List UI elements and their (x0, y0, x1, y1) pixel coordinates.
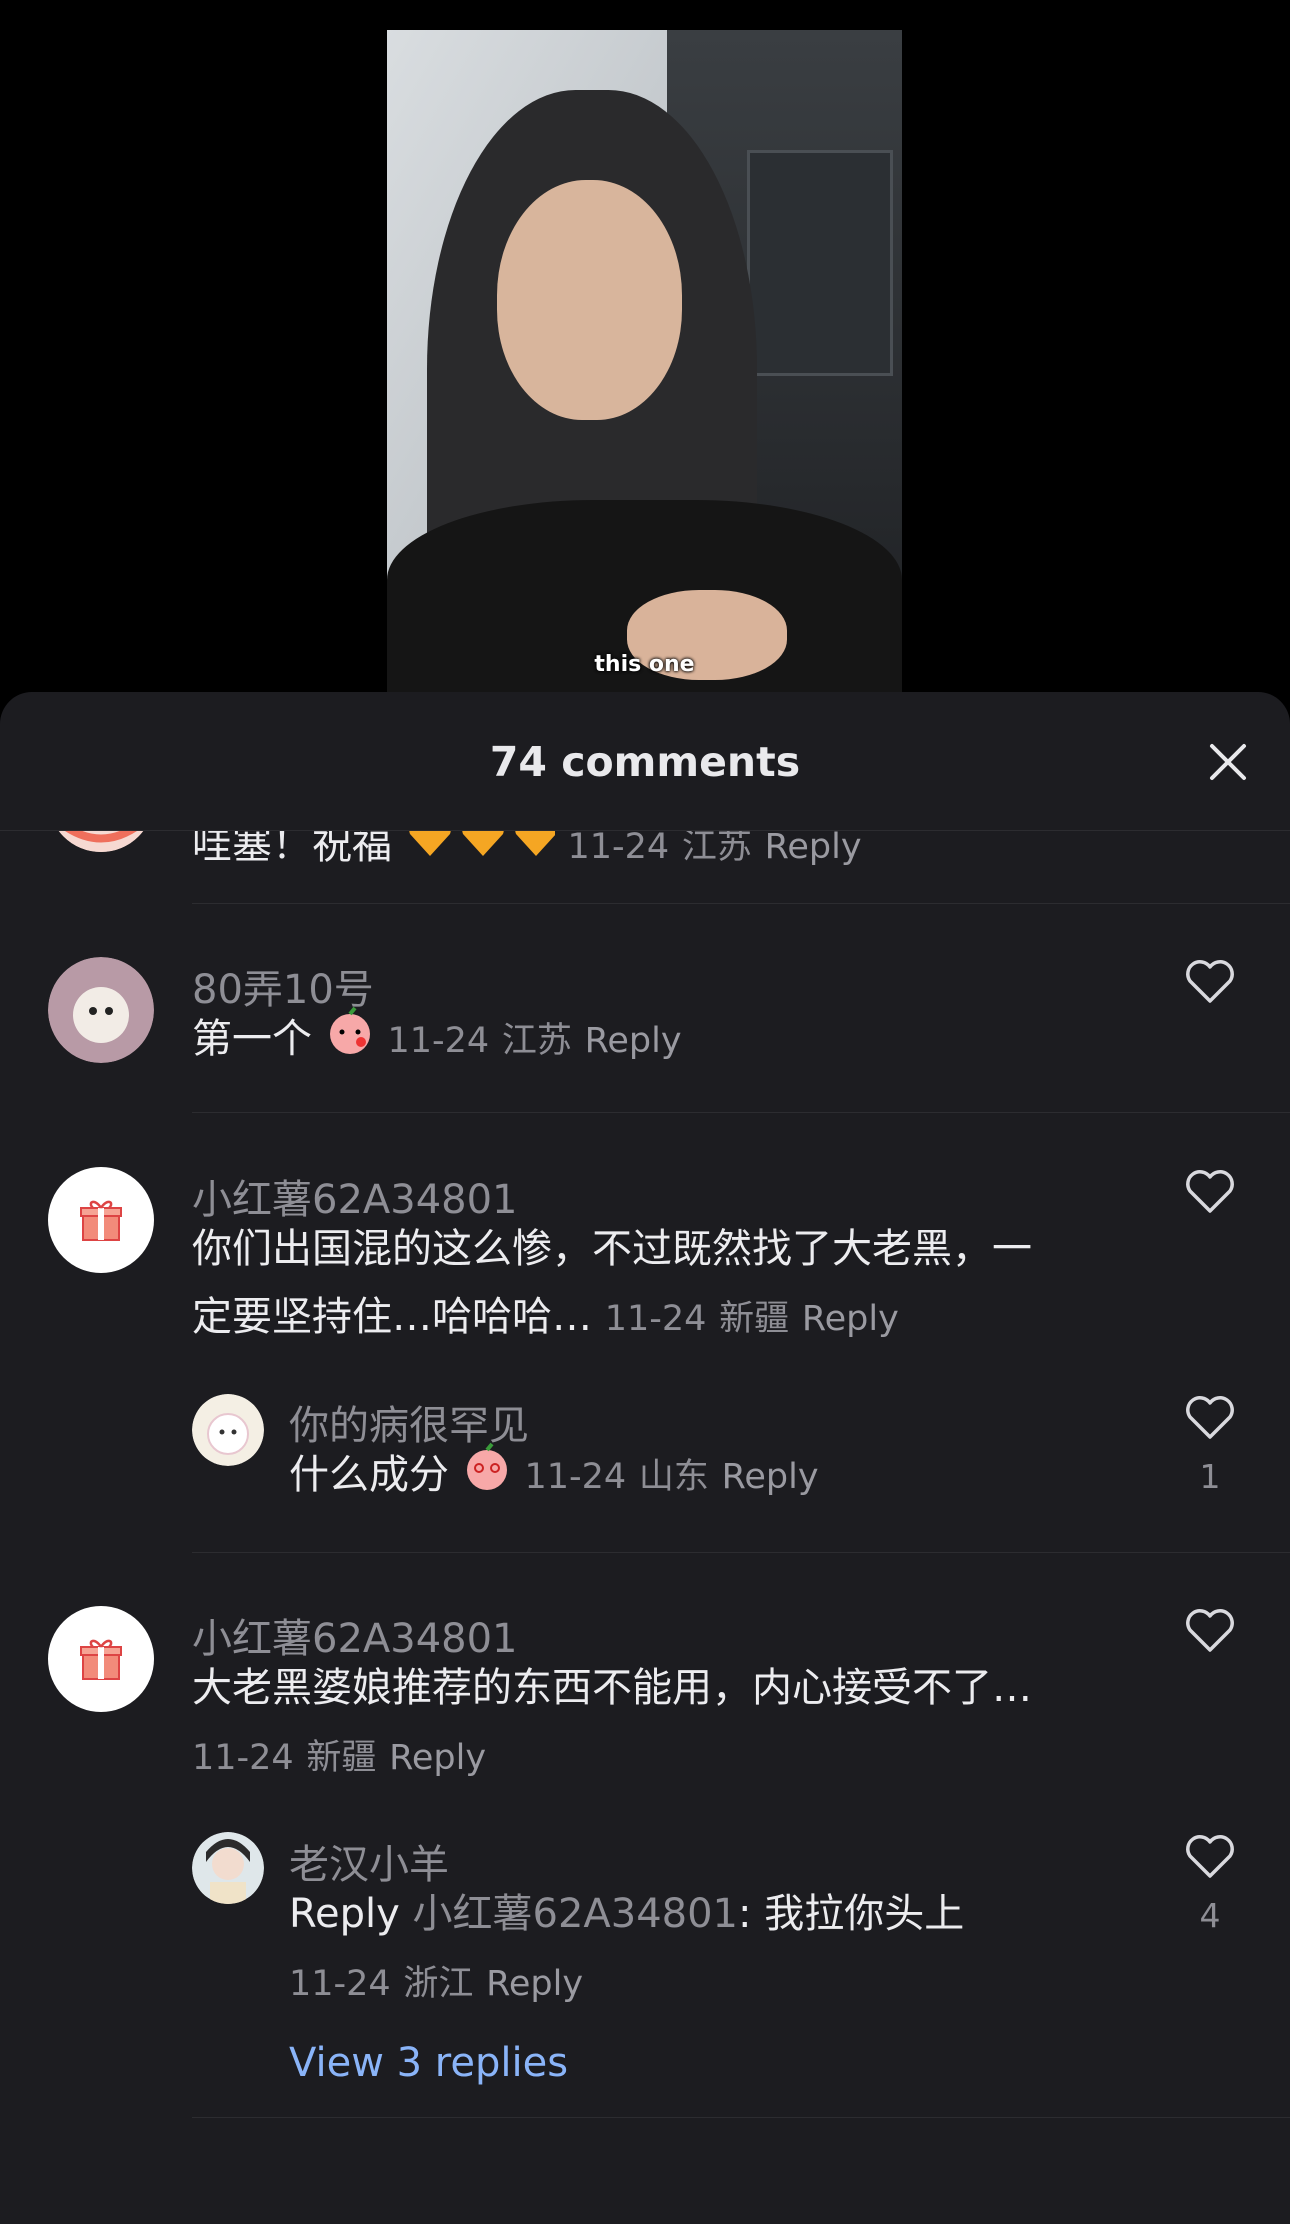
reply-button[interactable]: Reply (389, 1738, 486, 1778)
reply-button[interactable]: Reply (802, 1299, 899, 1339)
heart-outline-icon (1186, 1170, 1234, 1213)
like-button[interactable]: 1 (1182, 1395, 1238, 1496)
gift-icon (80, 1200, 122, 1241)
comments-list[interactable]: 哇塞！祝福 11-24 江苏 Reply 80弄10号 第一个 11-24 江苏… (0, 831, 1290, 2224)
avatar[interactable] (48, 957, 154, 1063)
reply-date: 11-24 (524, 1457, 627, 1497)
gift-icon (80, 1639, 122, 1680)
like-count: 1 (1199, 1457, 1221, 1496)
divider (192, 2117, 1290, 2118)
like-button[interactable] (1182, 1169, 1238, 1219)
girl-avatar-icon (192, 1832, 264, 1904)
comment-text: 你们出国混的这么惨，不过既然找了大老黑，一 (192, 1226, 1032, 1272)
blushing-peach-emoji-icon (325, 1006, 375, 1077)
comments-sheet: 74 comments 哇塞！祝福 11-24 江苏 Reply 80弄10号 … (0, 692, 1290, 2224)
like-button[interactable] (1182, 959, 1238, 1009)
like-button[interactable]: 4 (1182, 1834, 1238, 1935)
reply-to-username[interactable]: 小红薯62A34801 (413, 1891, 739, 1937)
bunny-avatar-icon (192, 1394, 264, 1466)
comment-date: 11-24 (567, 831, 670, 867)
reply-date: 11-24 (289, 1964, 391, 2004)
comment-date: 11-24 (192, 1738, 294, 1778)
blushing-peach-emoji-icon (462, 1442, 512, 1513)
comment-text: 哇塞！祝福 11-24 江苏 Reply (192, 831, 862, 881)
reply-prefix: Reply (289, 1891, 400, 1937)
divider (192, 903, 1290, 904)
heart-outline-icon (1186, 1835, 1234, 1878)
close-icon (1210, 744, 1246, 780)
reply-location: 山东 (638, 1457, 709, 1497)
avatar[interactable] (48, 1167, 154, 1273)
orange-heart-emoji-icon (405, 831, 557, 881)
reply-meta: 11-24 浙江 Reply (289, 1948, 583, 2018)
video-doorframe (747, 150, 893, 376)
reply-button[interactable]: Reply (765, 831, 862, 867)
comment-location: 江苏 (681, 831, 752, 867)
reply-button[interactable]: Reply (585, 1021, 682, 1061)
avatar[interactable] (192, 1394, 264, 1466)
video-person-face (497, 180, 682, 420)
reply-location: 浙江 (403, 1964, 474, 2004)
avatar[interactable] (48, 1606, 154, 1712)
comments-count-title: 74 comments (489, 738, 801, 786)
video-caption: this one (594, 652, 695, 677)
heart-outline-icon (1186, 1609, 1234, 1652)
video-preview[interactable]: this one (387, 30, 902, 692)
view-replies-button[interactable]: View 3 replies (289, 2040, 568, 2086)
heart-outline-icon (1186, 1396, 1234, 1439)
comment-text: 第一个 11-24 江苏 Reply (192, 1005, 682, 1077)
dog-avatar-icon (48, 957, 154, 1063)
comment-text: 大老黑婆娘推荐的东西不能用，内心接受不了… (192, 1665, 1032, 1711)
like-button[interactable] (1182, 1608, 1238, 1658)
comment-date: 11-24 (604, 1299, 707, 1339)
comment-location: 新疆 (719, 1299, 790, 1339)
comment-meta: 11-24 新疆 Reply (192, 1722, 486, 1792)
comment-location: 新疆 (306, 1738, 377, 1778)
sheet-header: 74 comments (0, 692, 1290, 831)
divider (192, 1552, 1290, 1553)
comment-date: 11-24 (387, 1021, 490, 1061)
reply-button[interactable]: Reply (722, 1457, 819, 1497)
reply-text: 什么成分 11-24 山东 Reply (289, 1441, 819, 1513)
comment-location: 江苏 (501, 1021, 572, 1061)
reply-text: Reply 小红薯62A34801: 我拉你头上 (289, 1891, 965, 1937)
divider (192, 1112, 1290, 1113)
avatar[interactable] (192, 1832, 264, 1904)
heart-outline-icon (1186, 960, 1234, 1003)
close-button[interactable] (1206, 740, 1250, 784)
comment-text-continued: 定要坚持住…哈哈哈… 11-24 新疆 Reply (192, 1294, 899, 1340)
avatar[interactable] (48, 831, 154, 852)
avatar-image-icon (58, 831, 144, 852)
like-count: 4 (1199, 1896, 1221, 1935)
reply-button[interactable]: Reply (486, 1964, 583, 2004)
